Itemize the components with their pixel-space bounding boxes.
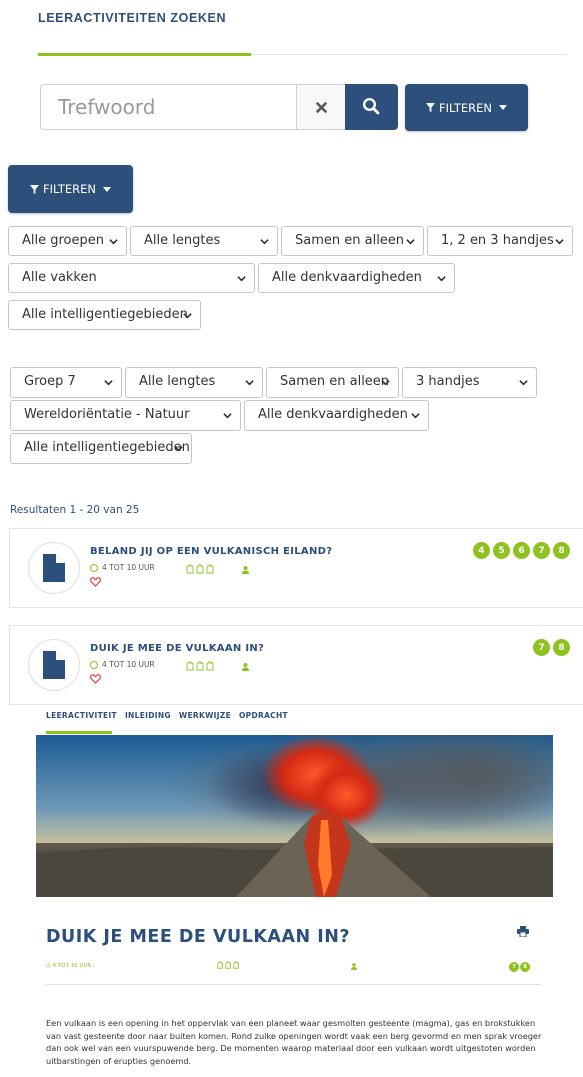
group-badge: 4 [473,542,490,559]
result-card[interactable]: BELAND JIJ OP EEN VULKANISCH EILAND? 4 T… [9,528,583,608]
select-intelligentie-active[interactable]: Alle intelligentiegebieden [10,433,192,464]
tab-inleiding[interactable]: INLEIDING [125,711,171,720]
group-badge: 8 [553,639,570,656]
clock-icon [90,660,98,669]
detail-divider [46,984,541,985]
document-icon [28,542,80,594]
clock-icon [90,563,98,572]
chevron-down-icon [555,239,564,245]
group-badge: 7 [533,639,550,656]
heart-icon[interactable] [90,577,101,587]
chevron-down-icon [437,276,446,282]
detail-duration: ◷ 4 TOT 10 UUR [46,963,92,969]
person-icon [242,566,249,574]
clear-search-button[interactable] [296,84,346,130]
select-lengte-active[interactable]: Alle lengtes [125,367,263,398]
chevron-down-icon [519,380,528,386]
title-underline-accent [38,53,251,56]
chevron-down-icon [109,239,118,245]
chevron-down-icon [237,276,246,282]
result-title[interactable]: DUIK JE MEE DE VULKAAN IN? [90,643,264,654]
group-badges: 7 8 [509,962,530,972]
result-title[interactable]: BELAND JIJ OP EEN VULKANISCH EILAND? [90,546,332,557]
group-badge: 7 [533,542,550,559]
group-badges: 4 5 6 7 8 [473,542,570,559]
detail-title: DUIK JE MEE DE VULKAAN IN? [46,927,351,947]
select-samenwerking[interactable]: Samen en alleen [281,226,424,256]
select-handjes-active[interactable]: 3 handjes [402,367,537,398]
group-badge: 5 [493,542,510,559]
heart-icon[interactable] [90,674,101,684]
filter-collapse-button[interactable]: FILTEREN [8,165,133,213]
select-denkvaardigheid[interactable]: Alle denkvaardigheden [258,263,455,293]
tab-opdracht[interactable]: OPDRACHT [239,711,288,720]
filter-toggle-button[interactable]: FILTEREN [405,84,528,131]
chevron-down-icon [260,239,269,245]
filter-button-label: FILTEREN [43,182,96,196]
select-handjes[interactable]: 1, 2 en 3 handjes [427,226,573,256]
hands-icon [186,661,214,671]
person-icon [351,963,357,970]
group-badge: 8 [520,962,530,972]
result-duration: 4 TOT 10 UUR [90,660,155,669]
select-groep-active[interactable]: Groep 7 [10,367,122,398]
detail-tabs: LEERACTIVITEIT INLEIDING WERKWIJZE OPDRA… [46,711,288,720]
select-intelligentie[interactable]: Alle intelligentiegebieden [8,300,201,330]
filter-icon [426,103,435,112]
chevron-down-icon [174,446,183,452]
select-denkvaardigheid-active[interactable]: Alle denkvaardigheden [244,400,429,431]
chevron-down-icon [102,186,111,192]
person-icon [242,663,249,671]
hands-icon [217,961,239,969]
select-samenwerking-active[interactable]: Samen en alleen [266,367,399,398]
result-duration: 4 TOT 10 UUR [90,563,155,572]
result-card[interactable]: DUIK JE MEE DE VULKAAN IN? 4 TOT 10 UUR … [9,625,583,705]
chevron-down-icon [245,380,254,386]
chevron-down-icon [223,413,232,419]
group-badge: 7 [509,962,519,972]
print-icon[interactable] [517,926,529,937]
chevron-down-icon [406,239,415,245]
tab-leeractiviteit[interactable]: LEERACTIVITEIT [46,711,117,720]
select-groep[interactable]: Alle groepen [8,226,127,256]
group-badge: 8 [553,542,570,559]
filter-button-label: FILTEREN [439,100,492,115]
chevron-down-icon [411,413,420,419]
search-input[interactable]: Trefwoord [40,84,297,130]
hands-icon [186,564,214,574]
close-icon [316,102,327,113]
search-button[interactable] [345,84,398,130]
group-badge: 6 [513,542,530,559]
page-title: LEERACTIVITEITEN ZOEKEN [38,11,227,25]
group-badges: 7 8 [533,639,570,656]
document-icon [28,639,80,691]
chevron-down-icon [104,380,113,386]
select-lengte[interactable]: Alle lengtes [130,226,278,256]
select-vak[interactable]: Alle vakken [8,263,255,293]
chevron-down-icon [183,313,192,319]
search-icon [362,97,380,115]
volcano-hero-image [36,735,553,897]
detail-description: Een vulkaan is een opening in het opperv… [46,1018,542,1066]
active-tab-indicator [46,731,112,734]
tab-werkwijze[interactable]: WERKWIJZE [179,711,231,720]
results-count: Resultaten 1 - 20 van 25 [10,504,140,516]
select-vak-active[interactable]: Wereldoriëntatie - Natuur [10,400,241,431]
chevron-down-icon [381,380,390,386]
filter-icon [30,184,39,194]
chevron-down-icon [498,105,507,110]
